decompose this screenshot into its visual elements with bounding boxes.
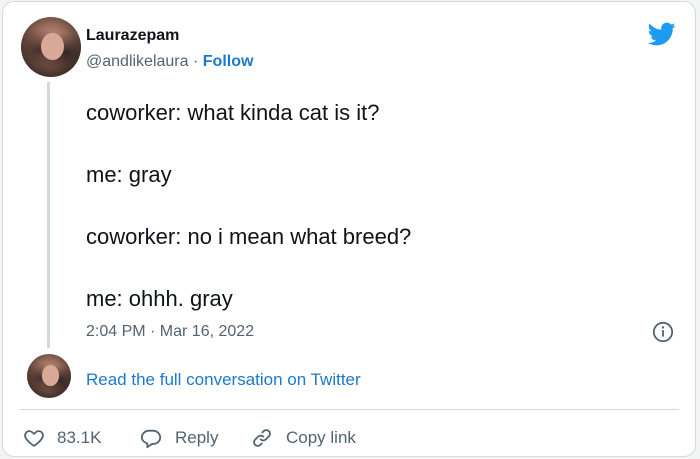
- author-name[interactable]: Laurazepam: [86, 27, 179, 45]
- thread-line: [47, 82, 50, 348]
- follow-button[interactable]: Follow: [203, 53, 254, 70]
- tweet-timestamp[interactable]: 2:04 PM · Mar 16, 2022: [86, 323, 254, 341]
- reply-button[interactable]: Reply: [139, 425, 218, 451]
- reply-label: Reply: [175, 428, 219, 447]
- author-avatar[interactable]: [21, 17, 81, 77]
- tweet-text-line: coworker: what kinda cat is it?: [86, 100, 380, 125]
- copy-link-label: Copy link: [286, 428, 356, 447]
- link-icon: [253, 429, 271, 447]
- tweet-text-line: me: gray: [86, 162, 172, 187]
- conversation-avatar[interactable]: [27, 354, 71, 398]
- speech-bubble-icon: [140, 429, 162, 449]
- twitter-bird-icon[interactable]: [646, 20, 678, 48]
- info-icon[interactable]: [652, 321, 674, 343]
- like-count: 83.1K: [57, 428, 102, 447]
- heart-icon: [24, 430, 44, 447]
- tweet-card: Laurazepam @andlikelaura · Follow cowork…: [2, 1, 696, 457]
- handle-separator: ·: [192, 53, 199, 70]
- tweet-text-line: coworker: no i mean what breed?: [86, 224, 412, 249]
- like-button[interactable]: 83.1K: [23, 425, 101, 451]
- author-handle[interactable]: @andlikelaura: [86, 53, 189, 70]
- avatar-face: [41, 365, 59, 386]
- tweet-text-line: me: ohhh. gray: [86, 286, 233, 311]
- read-conversation-link[interactable]: Read the full conversation on Twitter: [86, 370, 361, 390]
- copy-link-button[interactable]: Copy link: [250, 425, 356, 451]
- handle-row: @andlikelaura · Follow: [86, 53, 253, 71]
- divider: [19, 409, 679, 410]
